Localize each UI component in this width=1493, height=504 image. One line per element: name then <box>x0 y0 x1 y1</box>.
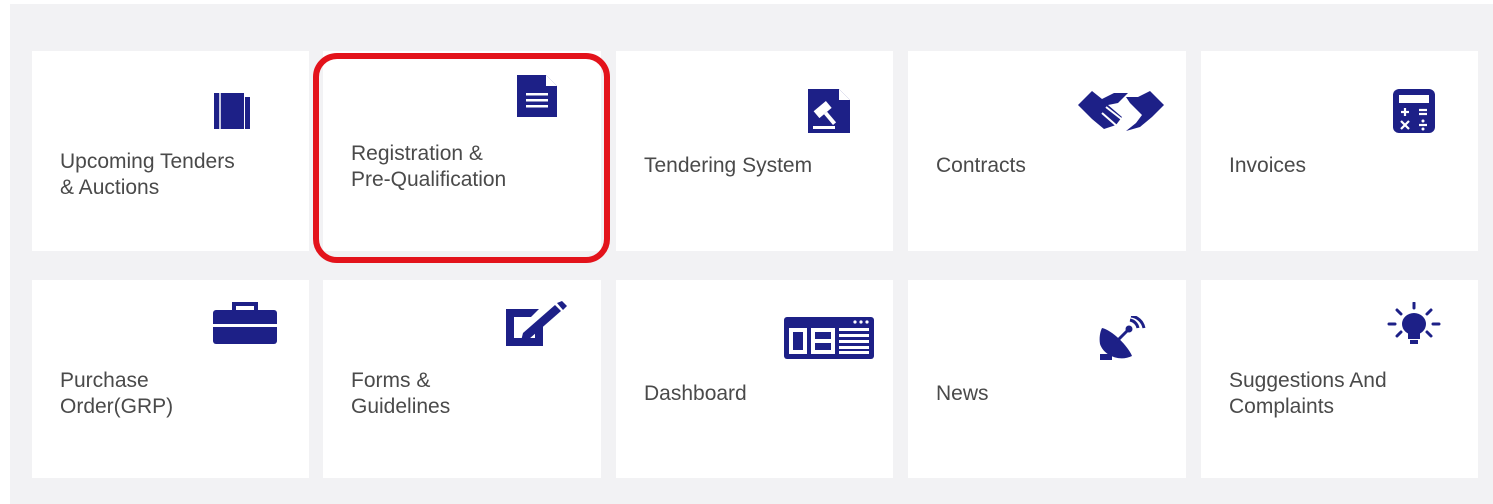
tile-label: Purchase Order(GRP) <box>60 369 174 418</box>
tile-forms-guidelines[interactable]: Forms & Guidelines <box>323 280 601 478</box>
tile-contracts[interactable]: Contracts <box>908 51 1186 251</box>
tile-upcoming-tenders[interactable]: Upcoming Tenders & Auctions <box>32 51 309 251</box>
tile-label: Registration & Pre-Qualification <box>351 142 507 191</box>
tile-label: Dashboard <box>644 382 747 405</box>
tile-label: Invoices <box>1229 154 1307 177</box>
tile-label: News <box>936 382 989 405</box>
tile-dashboard[interactable]: Dashboard <box>616 280 893 478</box>
satellite-dish-icon <box>1098 316 1146 362</box>
tile-invoices[interactable]: Invoices <box>1201 51 1478 251</box>
tile-label: Contracts <box>936 154 1026 177</box>
tile-label: Forms & Guidelines <box>351 369 451 418</box>
edit-form-icon <box>505 301 569 347</box>
tile-label: Suggestions And Complaints <box>1229 369 1387 418</box>
book-icon <box>212 91 252 131</box>
tile-registration-prequalification[interactable]: Registration & Pre-Qualification <box>323 51 601 251</box>
tile-tendering-system[interactable]: Tendering System <box>616 51 893 251</box>
document-icon <box>516 74 558 118</box>
tile-news[interactable]: News <box>908 280 1186 478</box>
tile-suggestions-complaints[interactable]: Suggestions And Complaints <box>1201 280 1478 478</box>
tile-label: Upcoming Tenders & Auctions <box>60 150 235 199</box>
briefcase-icon <box>212 302 278 346</box>
dashboard-icon <box>783 316 875 360</box>
tile-label: Tendering System <box>644 154 813 177</box>
calculator-icon <box>1392 88 1436 134</box>
lightbulb-icon <box>1385 302 1443 348</box>
handshake-icon <box>1078 87 1164 135</box>
tile-purchase-order[interactable]: Purchase Order(GRP) <box>32 280 309 478</box>
gavel-document-icon <box>807 88 851 134</box>
